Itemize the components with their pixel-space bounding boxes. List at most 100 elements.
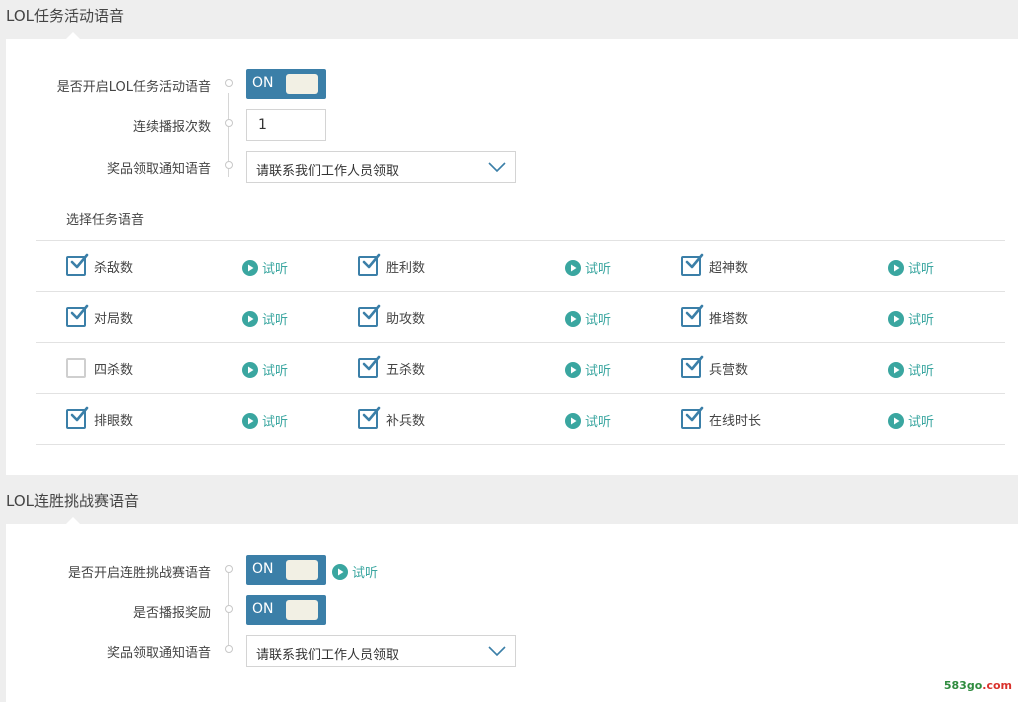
listen-button[interactable]: 试听	[565, 360, 611, 379]
task-cell: 杀敌数	[36, 241, 356, 291]
task-label: 对局数	[94, 312, 134, 327]
repeat-count-input[interactable]: 1	[246, 109, 326, 141]
play-icon	[888, 362, 904, 378]
task-checkbox[interactable]	[358, 304, 381, 327]
task-checkbox[interactable]	[66, 406, 89, 429]
row-prize-voice-2: 奖品领取通知语音 请联系我们工作人员领取	[6, 634, 566, 667]
task-label: 四杀数	[94, 363, 134, 378]
reward-broadcast-toggle[interactable]: ON	[246, 595, 326, 625]
chevron-down-icon	[488, 646, 506, 657]
chevron-down-icon	[488, 162, 506, 173]
task-checkbox[interactable]	[66, 253, 89, 276]
listen-button[interactable]: 试听	[565, 309, 611, 328]
listen-button[interactable]: 试听	[888, 309, 934, 328]
checkmark-icon	[70, 304, 89, 320]
row-repeat-count: 连续播报次数 1	[6, 108, 566, 141]
listen-button[interactable]: 试听	[242, 258, 288, 277]
checkmark-icon	[685, 253, 704, 269]
step-dot	[225, 605, 233, 613]
task-label: 胜利数	[386, 261, 426, 276]
task-checkbox[interactable]	[66, 358, 86, 378]
play-icon	[242, 311, 258, 327]
task-checkbox[interactable]	[358, 253, 381, 276]
row-enable-task-voice: 是否开启LOL任务活动语音 ON	[6, 68, 566, 100]
step-dot	[225, 119, 233, 127]
listen-button[interactable]: 试听	[888, 360, 934, 379]
listen-button[interactable]: 试听	[565, 411, 611, 430]
section1-panel: 是否开启LOL任务活动语音 ON 连续播报次数 1 奖品领取通知语音 请联系我们…	[6, 32, 1018, 475]
task-checkbox[interactable]	[681, 253, 704, 276]
task-row: 对局数 试听 助攻数 试听 推塔数 试听	[36, 292, 1005, 343]
play-icon	[888, 260, 904, 276]
play-icon	[565, 311, 581, 327]
task-checkbox[interactable]	[66, 304, 89, 327]
task-checkbox[interactable]	[681, 355, 704, 378]
streak-listen-button[interactable]: 试听	[332, 562, 378, 581]
task-label: 五杀数	[386, 363, 426, 378]
watermark-logo: 583go.com	[943, 679, 1012, 692]
enable-task-voice-toggle[interactable]: ON	[246, 69, 326, 99]
choose-task-voice-label: 选择任务语音	[66, 213, 145, 228]
play-icon	[242, 362, 258, 378]
repeat-count-label: 连续播报次数	[132, 120, 211, 135]
play-icon	[565, 362, 581, 378]
task-voice-grid: 杀敌数 试听 胜利数 试听 超神数 试听 对局数 试听 助攻数 试听 推塔数 试听 四杀数 试听 五杀数 试听…	[36, 240, 1005, 445]
section2-panel: 是否开启连胜挑战赛语音 ON 试听 是否播报奖励 ON 奖品领取通知语音 请联系…	[6, 517, 1018, 702]
checkmark-icon	[362, 355, 381, 371]
toggle-knob	[286, 560, 318, 580]
toggle-knob	[286, 600, 318, 620]
task-label: 排眼数	[94, 414, 134, 429]
prize-voice-select[interactable]: 请联系我们工作人员领取	[246, 151, 516, 183]
prize-voice-label: 奖品领取通知语音	[106, 646, 211, 661]
task-row: 杀敌数 试听 胜利数 试听 超神数 试听	[36, 241, 1005, 292]
row-reward-broadcast: 是否播报奖励 ON	[6, 594, 566, 626]
checkmark-icon	[685, 304, 704, 320]
checkmark-icon	[70, 253, 89, 269]
task-row: 排眼数 试听 补兵数 试听 在线时长 试听	[36, 394, 1005, 445]
checkmark-icon	[685, 406, 704, 422]
listen-button[interactable]: 试听	[565, 258, 611, 277]
section1-title: LOL任务活动语音	[6, 7, 124, 25]
enable-streak-voice-toggle[interactable]: ON	[246, 555, 326, 585]
checkmark-icon	[362, 253, 381, 269]
step-dot	[225, 565, 233, 573]
checkmark-icon	[70, 406, 89, 422]
enable-streak-voice-label: 是否开启连胜挑战赛语音	[67, 566, 211, 581]
task-row: 四杀数 试听 五杀数 试听 兵营数 试听	[36, 343, 1005, 394]
task-cell: 对局数	[36, 292, 356, 342]
task-label: 推塔数	[709, 312, 749, 327]
listen-button[interactable]: 试听	[242, 411, 288, 430]
checkmark-icon	[685, 355, 704, 371]
task-label: 补兵数	[386, 414, 426, 429]
task-checkbox[interactable]	[681, 304, 704, 327]
step-dot	[225, 161, 233, 169]
listen-button[interactable]: 试听	[242, 309, 288, 328]
prize-voice-label: 奖品领取通知语音	[106, 162, 211, 177]
play-icon	[565, 413, 581, 429]
task-cell: 四杀数	[36, 343, 356, 393]
play-icon	[242, 260, 258, 276]
task-cell: 排眼数	[36, 394, 356, 444]
task-label: 助攻数	[386, 312, 426, 327]
prize-voice-select-2[interactable]: 请联系我们工作人员领取	[246, 635, 516, 667]
task-label: 兵营数	[709, 363, 749, 378]
listen-button[interactable]: 试听	[888, 258, 934, 277]
enable-task-voice-label: 是否开启LOL任务活动语音	[56, 80, 211, 95]
play-icon	[565, 260, 581, 276]
task-checkbox[interactable]	[358, 355, 381, 378]
task-checkbox[interactable]	[358, 406, 381, 429]
step-dot	[225, 79, 233, 87]
play-icon	[332, 564, 348, 580]
toggle-knob	[286, 74, 318, 94]
reward-broadcast-label: 是否播报奖励	[132, 606, 211, 621]
play-icon	[888, 413, 904, 429]
play-icon	[888, 311, 904, 327]
listen-button[interactable]: 试听	[888, 411, 934, 430]
checkmark-icon	[362, 406, 381, 422]
task-label: 在线时长	[709, 414, 762, 429]
listen-button[interactable]: 试听	[242, 360, 288, 379]
row-prize-voice: 奖品领取通知语音 请联系我们工作人员领取	[6, 150, 566, 183]
row-enable-streak-voice: 是否开启连胜挑战赛语音 ON 试听	[6, 554, 566, 586]
task-checkbox[interactable]	[681, 406, 704, 429]
play-icon	[242, 413, 258, 429]
